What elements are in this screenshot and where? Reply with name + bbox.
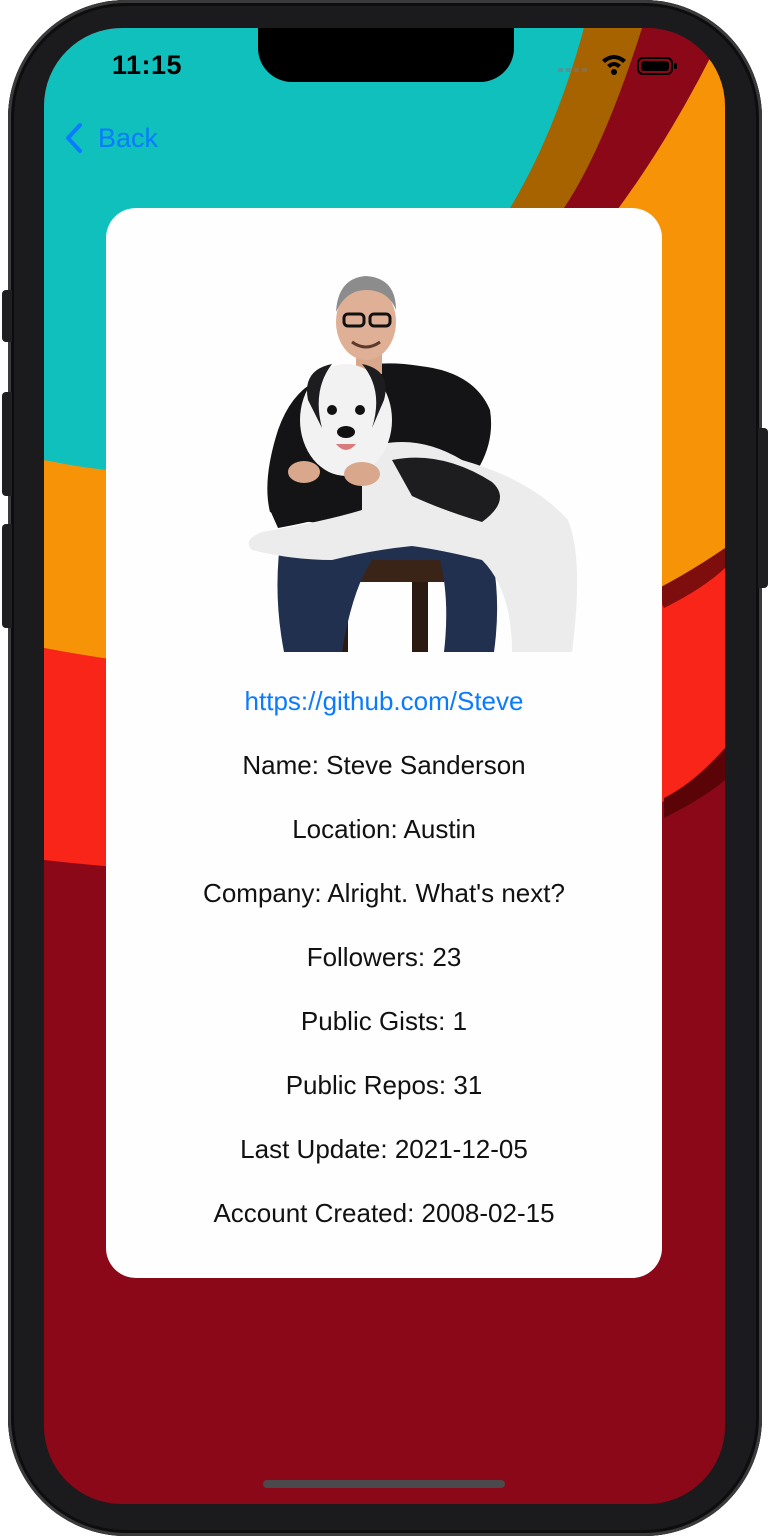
profile-location: Location: Austin xyxy=(292,814,476,844)
profile-public-repos: Public Repos: 31 xyxy=(285,1070,483,1100)
battery-icon xyxy=(637,57,677,75)
profile-photo xyxy=(212,260,584,652)
profile-followers: Followers: 23 xyxy=(306,942,462,972)
volume-down-button xyxy=(2,524,12,628)
profile-public-gists: Public Gists: 1 xyxy=(300,1006,468,1036)
github-profile-link[interactable]: https://github.com/Steve xyxy=(106,686,662,717)
back-button-label: Back xyxy=(98,122,159,153)
status-time: 11:15 xyxy=(112,50,183,80)
silent-switch xyxy=(2,290,12,342)
status-icons xyxy=(558,55,677,75)
profile-card: https://github.com/Steve Name: Steve San… xyxy=(106,208,662,1278)
screen: 11:15 Back https://github.com/Steve Name… xyxy=(44,28,725,1504)
cellular-signal-icon xyxy=(558,68,587,72)
back-button[interactable]: Back xyxy=(62,118,158,158)
volume-up-button xyxy=(2,392,12,496)
home-indicator[interactable] xyxy=(263,1480,505,1488)
profile-company: Company: Alright. What's next? xyxy=(203,878,565,908)
wifi-icon xyxy=(602,55,626,75)
power-button xyxy=(758,428,768,588)
chevron-left-icon xyxy=(66,123,82,153)
profile-account-created: Account Created: 2008-02-15 xyxy=(213,1198,555,1228)
profile-last-update: Last Update: 2021-12-05 xyxy=(240,1134,528,1164)
profile-name: Name: Steve Sanderson xyxy=(242,750,526,780)
camera-notch xyxy=(258,28,514,82)
